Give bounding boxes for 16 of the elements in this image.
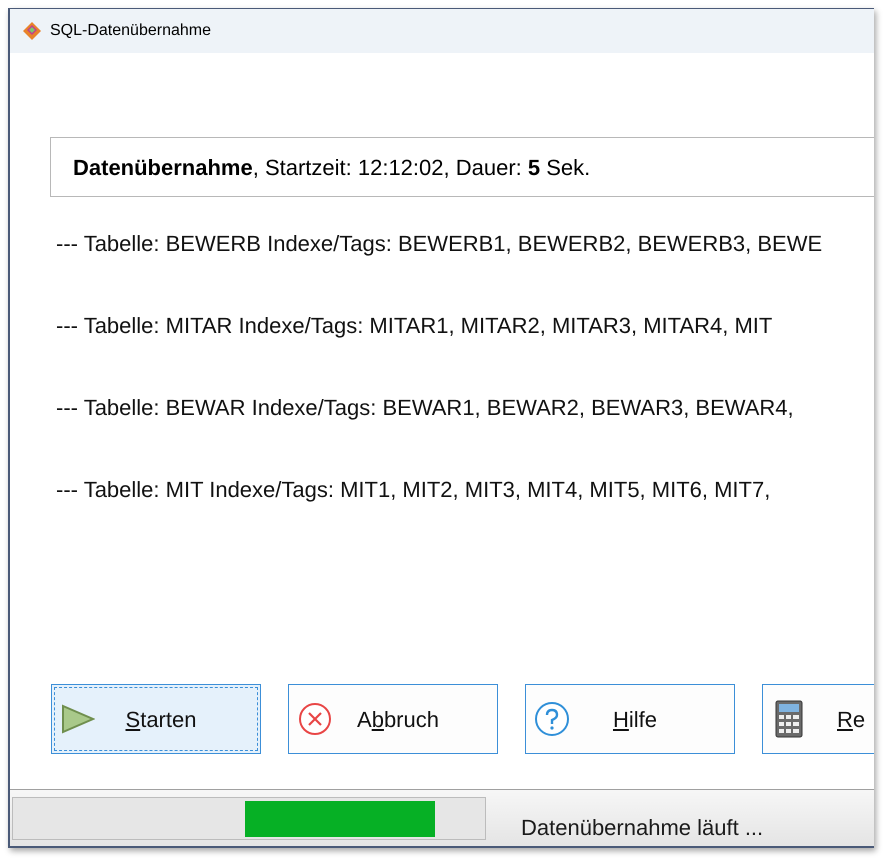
- cancel-icon: [298, 702, 332, 736]
- calculator-icon: [775, 700, 803, 738]
- help-button[interactable]: Hilfe: [525, 684, 735, 754]
- log-line: --- Tabelle: MIT Indexe/Tags: MIT1, MIT2, MIT3, MIT4, MIT5, MIT6, MIT7,: [56, 476, 770, 504]
- log-line: --- Tabelle: BEWAR Indexe/Tags: BEWAR1, BEWAR2, BEWAR3, BEWAR4,: [56, 394, 794, 422]
- play-icon: [61, 704, 95, 734]
- help-icon: [534, 701, 570, 737]
- log-line: --- Tabelle: MITAR Indexe/Tags: MITAR1, MITAR2, MITAR3, MITAR4, MIT: [56, 312, 772, 340]
- calculator-button[interactable]: Re: [762, 684, 874, 754]
- status-text: Datenübernahme läuft ...: [521, 814, 764, 842]
- cancel-button[interactable]: Abbruch: [288, 684, 498, 754]
- app-icon: [22, 21, 42, 41]
- log-line: --- Tabelle: BEWERB Indexe/Tags: BEWERB1, BEWERB2, BEWERB3, BEWE: [56, 230, 822, 258]
- summary-text: Datenübernahme, Startzeit: 12:12:02, Dauer: 5 Sek.: [73, 154, 590, 182]
- start-button[interactable]: Starten: [51, 684, 261, 754]
- window-title: SQL-Datenübernahme: [50, 21, 211, 41]
